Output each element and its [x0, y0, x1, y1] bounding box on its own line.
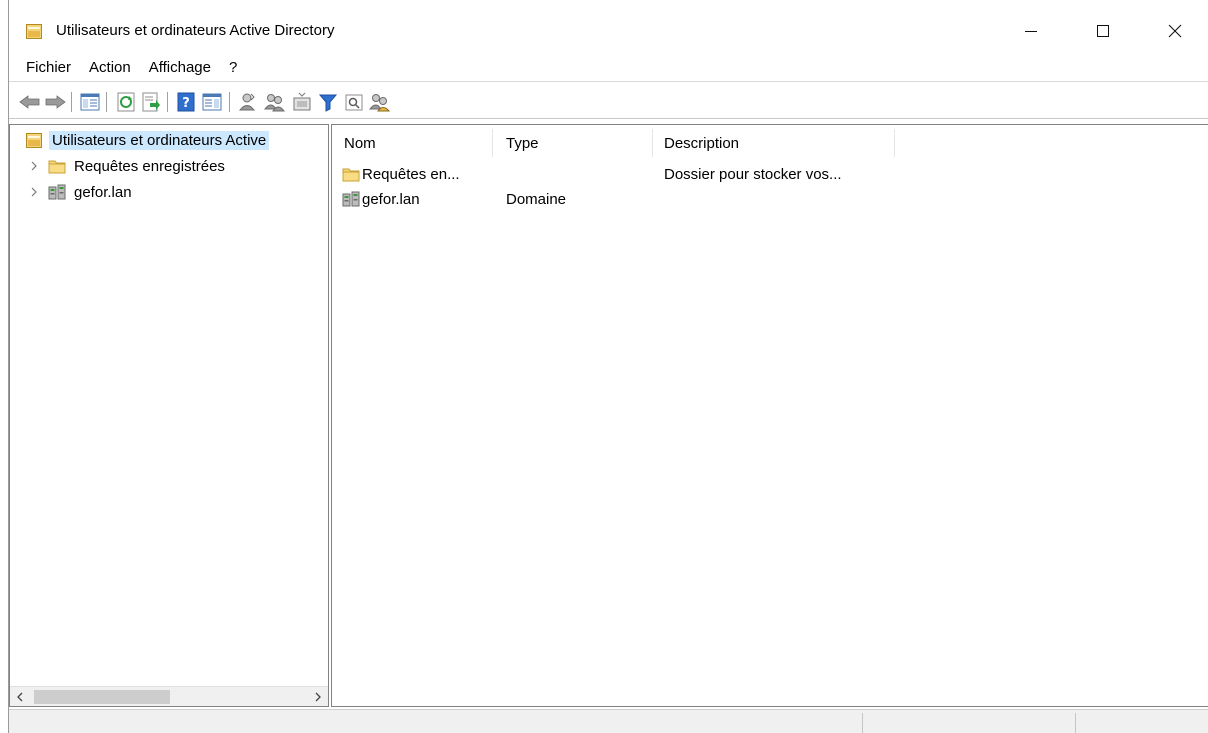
tree-item-label: gefor.lan: [74, 183, 132, 201]
list-item-description: Dossier pour stocker vos...: [664, 165, 842, 183]
forward-arrow-icon[interactable]: [44, 91, 66, 113]
cell-name: gefor.lan: [342, 188, 420, 210]
domain-icon: [48, 184, 66, 200]
window-title: Utilisateurs et ordinateurs Active Direc…: [56, 22, 335, 39]
scrollbar-thumb[interactable]: [34, 690, 170, 704]
help-icon[interactable]: ?: [175, 91, 197, 113]
menu-action[interactable]: Action: [80, 55, 140, 81]
app-icon: [26, 24, 42, 39]
list-item[interactable]: gefor.lan Domaine: [332, 188, 1208, 210]
list-item[interactable]: Requêtes en... Dossier pour stocker vos.…: [332, 163, 1208, 185]
toolbar: ?: [9, 83, 1208, 119]
list-item-name: Requêtes en...: [362, 165, 460, 183]
tree-item-domain[interactable]: gefor.lan: [26, 181, 135, 203]
column-header-type[interactable]: Type: [498, 129, 653, 157]
menu-help[interactable]: ?: [220, 55, 246, 81]
cell-name: Requêtes en...: [342, 163, 460, 185]
result-pane: Nom Type Description Requêtes en... Doss…: [331, 124, 1208, 707]
column-header-description[interactable]: Description: [656, 129, 895, 157]
list-item-type: Domaine: [506, 190, 567, 208]
list-item-name: gefor.lan: [362, 190, 420, 208]
domain-icon: [342, 191, 360, 207]
find-icon[interactable]: [343, 91, 365, 113]
chevron-right-icon[interactable]: [26, 184, 42, 200]
menu-bar: Fichier Action Affichage ?: [9, 54, 1208, 82]
tree-root[interactable]: Utilisateurs et ordinateurs Active: [26, 129, 270, 151]
scroll-left-arrow-icon[interactable]: [10, 687, 30, 706]
tree-item-saved-queries[interactable]: Requêtes enregistrées: [26, 155, 228, 177]
create-group-icon[interactable]: [264, 91, 286, 113]
filter-icon[interactable]: [317, 91, 339, 113]
mmc-window: Utilisateurs et ordinateurs Active Direc…: [8, 0, 1208, 733]
mmc-snapin-icon: [26, 132, 44, 148]
horizontal-scrollbar[interactable]: [10, 686, 328, 706]
create-ou-icon[interactable]: [291, 91, 313, 113]
tree-root-label: Utilisateurs et ordinateurs Active: [49, 130, 270, 150]
title-bar[interactable]: Utilisateurs et ordinateurs Active Direc…: [9, 8, 1208, 54]
folder-icon: [342, 166, 360, 182]
scroll-right-arrow-icon[interactable]: [308, 687, 328, 706]
chevron-right-icon[interactable]: [26, 158, 42, 174]
tree-item-label: Requêtes enregistrées: [74, 157, 225, 175]
add-to-group-icon[interactable]: [369, 91, 391, 113]
folder-icon: [48, 158, 66, 174]
back-arrow-icon[interactable]: [19, 91, 41, 113]
create-user-icon[interactable]: [237, 91, 259, 113]
svg-text:?: ?: [182, 96, 190, 111]
status-bar: [9, 709, 1208, 733]
menu-fichier[interactable]: Fichier: [17, 55, 80, 81]
console-tree: Utilisateurs et ordinateurs Active Requê…: [9, 124, 329, 707]
minimize-button[interactable]: [996, 8, 1066, 54]
maximize-button[interactable]: [1068, 8, 1138, 54]
refresh-icon[interactable]: [115, 91, 137, 113]
export-list-icon[interactable]: [140, 91, 162, 113]
column-header-nom[interactable]: Nom: [336, 129, 493, 157]
close-button[interactable]: [1140, 8, 1208, 54]
show-hide-action-pane-icon[interactable]: [201, 91, 223, 113]
menu-affichage[interactable]: Affichage: [140, 55, 220, 81]
show-hide-console-tree-icon[interactable]: [79, 91, 101, 113]
